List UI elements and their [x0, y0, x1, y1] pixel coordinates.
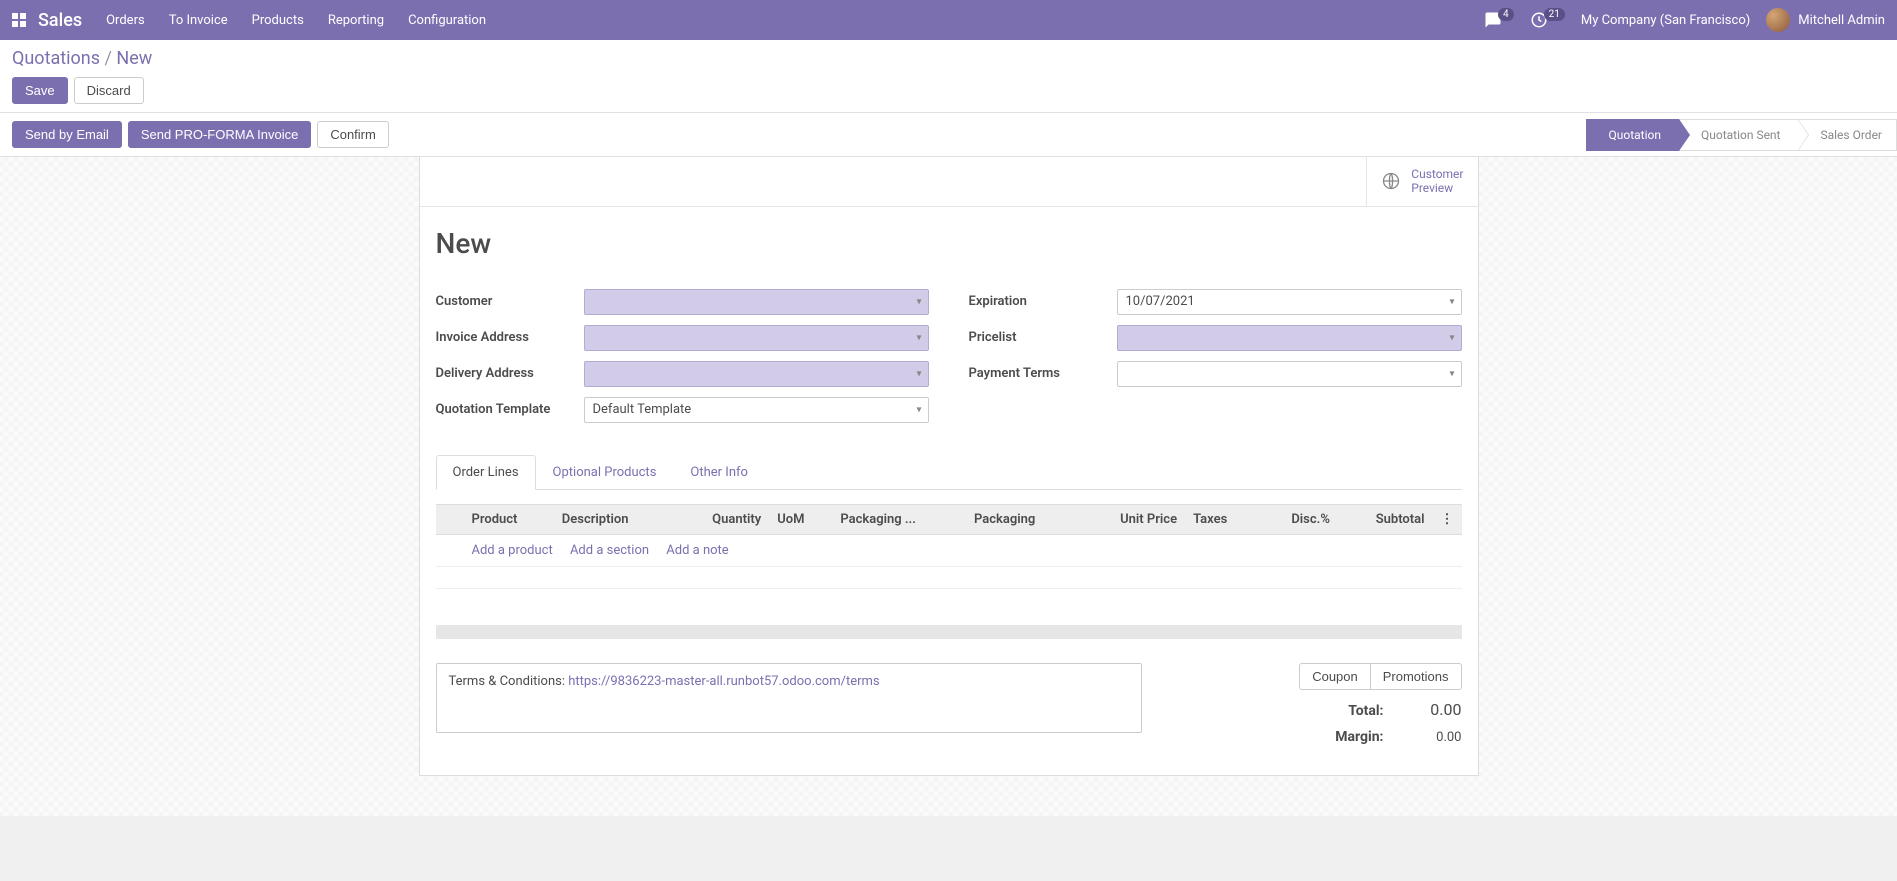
nav-item-reporting[interactable]: Reporting	[328, 13, 384, 28]
chevron-down-icon: ▾	[916, 404, 921, 415]
user-menu[interactable]: Mitchell Admin	[1766, 8, 1885, 32]
tab-other-info[interactable]: Other Info	[673, 455, 765, 490]
form-sheet: Customer Preview New Customer ▾ Invoice …	[419, 157, 1479, 776]
company-selector[interactable]: My Company (San Francisco)	[1581, 13, 1750, 28]
customer-preview-button[interactable]: Customer Preview	[1366, 157, 1477, 206]
chevron-down-icon: ▾	[1449, 296, 1454, 307]
separator-band	[436, 625, 1462, 639]
apps-icon[interactable]	[12, 13, 26, 27]
chevron-down-icon: ▾	[1449, 332, 1454, 343]
customer-label: Customer	[436, 294, 584, 309]
order-lines-table: Product Description Quantity UoM Packagi…	[436, 504, 1462, 589]
col-packaging-qty[interactable]: Packaging ...	[832, 504, 966, 534]
send-proforma-button[interactable]: Send PRO-FORMA Invoice	[128, 121, 312, 148]
messages-badge: 4	[1498, 8, 1514, 21]
record-title: New	[436, 227, 1462, 260]
delivery-address-field[interactable]: ▾	[584, 361, 929, 387]
promotions-button[interactable]: Promotions	[1370, 663, 1462, 690]
pricelist-label: Pricelist	[969, 330, 1117, 345]
chevron-down-icon: ▾	[1449, 368, 1454, 379]
col-handle	[436, 504, 464, 534]
nav-item-configuration[interactable]: Configuration	[408, 13, 486, 28]
add-section-link[interactable]: Add a section	[570, 543, 649, 558]
stage-quotation-sent[interactable]: Quotation Sent	[1679, 119, 1799, 151]
customer-preview-line1: Customer	[1411, 167, 1463, 181]
terms-label: Terms & Conditions:	[449, 674, 569, 689]
breadcrumb: Quotations / New	[12, 48, 1885, 69]
col-uom[interactable]: UoM	[769, 504, 832, 534]
payment-terms-label: Payment Terms	[969, 366, 1117, 381]
control-panel: Quotations / New Save Discard	[0, 40, 1897, 113]
terms-box[interactable]: Terms & Conditions: https://9836223-mast…	[436, 663, 1142, 733]
app-title[interactable]: Sales	[38, 10, 82, 31]
breadcrumb-sep: /	[104, 48, 111, 69]
status-bar: Send by Email Send PRO-FORMA Invoice Con…	[0, 113, 1897, 157]
chevron-down-icon: ▾	[916, 332, 921, 343]
top-nav: Sales Orders To Invoice Products Reporti…	[0, 0, 1897, 40]
customer-field[interactable]: ▾	[584, 289, 929, 315]
nav-menu: Orders To Invoice Products Reporting Con…	[106, 13, 486, 28]
margin-label: Margin:	[1335, 729, 1383, 745]
nav-item-products[interactable]: Products	[252, 13, 304, 28]
add-product-link[interactable]: Add a product	[472, 543, 553, 558]
invoice-address-field[interactable]: ▾	[584, 325, 929, 351]
nav-item-to-invoice[interactable]: To Invoice	[169, 13, 228, 28]
add-note-link[interactable]: Add a note	[666, 543, 728, 558]
pricelist-field[interactable]: ▾	[1117, 325, 1462, 351]
chevron-down-icon: ▾	[916, 296, 921, 307]
save-button[interactable]: Save	[12, 77, 68, 104]
discard-button[interactable]: Discard	[74, 77, 144, 104]
chevron-down-icon: ▾	[916, 368, 921, 379]
col-options-icon[interactable]: ⋮	[1433, 504, 1462, 534]
expiration-label: Expiration	[969, 294, 1117, 309]
col-description[interactable]: Description	[554, 504, 675, 534]
breadcrumb-parent[interactable]: Quotations	[12, 48, 100, 69]
messages-icon[interactable]: 4	[1484, 11, 1514, 29]
total-value: 0.00	[1412, 700, 1462, 719]
coupon-button[interactable]: Coupon	[1299, 663, 1370, 690]
activities-icon[interactable]: 21	[1530, 11, 1565, 29]
col-disc[interactable]: Disc.%	[1258, 504, 1338, 534]
nav-item-orders[interactable]: Orders	[106, 13, 145, 28]
margin-value: 0.00	[1412, 730, 1462, 745]
confirm-button[interactable]: Confirm	[317, 121, 389, 148]
col-packaging[interactable]: Packaging	[966, 504, 1079, 534]
tabs: Order Lines Optional Products Other Info	[436, 454, 1462, 490]
col-product[interactable]: Product	[464, 504, 554, 534]
col-taxes[interactable]: Taxes	[1185, 504, 1258, 534]
stage-sales-order[interactable]: Sales Order	[1798, 119, 1897, 151]
total-label: Total:	[1348, 703, 1383, 719]
col-unit-price[interactable]: Unit Price	[1079, 504, 1185, 534]
col-quantity[interactable]: Quantity	[674, 504, 769, 534]
avatar	[1766, 8, 1790, 32]
tab-order-lines[interactable]: Order Lines	[436, 455, 536, 490]
terms-link[interactable]: https://9836223-master-all.runbot57.odoo…	[568, 674, 879, 689]
delivery-address-label: Delivery Address	[436, 366, 584, 381]
col-subtotal[interactable]: Subtotal	[1338, 504, 1433, 534]
globe-icon	[1381, 171, 1401, 191]
payment-terms-field[interactable]: ▾	[1117, 361, 1462, 387]
tab-optional-products[interactable]: Optional Products	[536, 455, 674, 490]
breadcrumb-current: New	[116, 48, 152, 69]
quotation-template-label: Quotation Template	[436, 402, 584, 417]
quotation-template-field[interactable]: Default Template▾	[584, 397, 929, 423]
customer-preview-line2: Preview	[1411, 181, 1463, 195]
expiration-field[interactable]: 10/07/2021▾	[1117, 289, 1462, 315]
invoice-address-label: Invoice Address	[436, 330, 584, 345]
send-by-email-button[interactable]: Send by Email	[12, 121, 122, 148]
stage-quotation[interactable]: Quotation	[1586, 119, 1679, 151]
user-name: Mitchell Admin	[1798, 13, 1885, 28]
activities-badge: 21	[1544, 8, 1565, 21]
status-stages: Quotation Quotation Sent Sales Order	[1586, 119, 1897, 151]
